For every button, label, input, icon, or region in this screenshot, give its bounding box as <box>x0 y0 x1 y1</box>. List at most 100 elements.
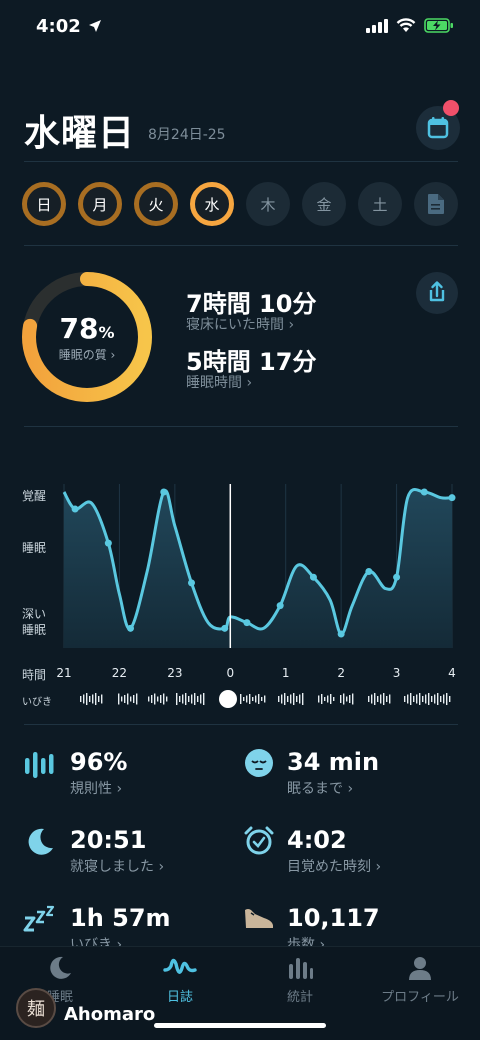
snore-mark <box>261 697 263 701</box>
snore-label: いびき <box>22 697 52 708</box>
snore-mark <box>200 694 202 704</box>
snore-mark <box>290 694 292 704</box>
regularity-label[interactable]: 規則性 › <box>70 778 122 798</box>
report-button[interactable] <box>414 182 458 226</box>
x-tick-label: 4 <box>448 666 456 680</box>
x-tick-label: 1 <box>281 666 290 680</box>
snore-mark <box>136 693 138 705</box>
sleep-point <box>221 624 229 632</box>
fall-asleep-value: 34 min <box>287 748 380 776</box>
divider <box>24 245 458 246</box>
snore-mark <box>166 696 168 702</box>
snore-mark <box>404 696 406 702</box>
day-wed[interactable]: 水 <box>190 182 234 226</box>
wake-time-label[interactable]: 目覚めた時刻 › <box>287 856 381 876</box>
battery-charging-icon <box>424 18 453 33</box>
snore-mark <box>194 693 196 705</box>
snore-mark <box>440 696 442 702</box>
snore-mark <box>349 695 351 703</box>
snore-mark <box>249 694 251 704</box>
snore-mark <box>413 696 415 702</box>
bedtime-label[interactable]: 就寝しました › <box>70 856 164 876</box>
snore-mark <box>101 694 103 704</box>
snore-mark <box>258 694 260 704</box>
bars-icon <box>25 752 54 778</box>
y-label-sleep: 睡眠 <box>22 541 47 555</box>
snore-mark <box>389 694 391 704</box>
snore-mark <box>368 696 370 702</box>
snore-mark <box>89 696 91 702</box>
sleep-point <box>448 494 456 502</box>
sleep-point <box>187 579 195 587</box>
snore-mark <box>151 695 153 703</box>
divider <box>24 426 458 427</box>
tab-diary[interactable]: 日誌 <box>130 954 230 1005</box>
snoring-value: 1h 57m <box>70 904 171 932</box>
snore-mark <box>185 693 187 705</box>
snore-mark <box>449 696 451 702</box>
snore-mark <box>188 696 190 702</box>
snore-mark <box>203 693 205 705</box>
x-tick-label: 3 <box>392 666 401 680</box>
share-button[interactable] <box>416 272 458 314</box>
sleep-point <box>127 624 135 632</box>
snore-mark <box>287 696 289 702</box>
snore-mark <box>299 694 301 704</box>
snore-mark <box>133 695 135 703</box>
snore-mark <box>264 695 266 703</box>
sleep-area <box>64 489 452 648</box>
snore-mark <box>121 696 123 702</box>
snore-mark <box>191 694 193 704</box>
sleepy-face-icon <box>245 749 273 777</box>
time-in-bed-label[interactable]: 寝床にいた時間 › <box>186 314 294 334</box>
snore-mark <box>431 696 433 702</box>
snore-mark <box>246 695 248 703</box>
x-axis-label: 時間 <box>22 668 47 682</box>
snore-mark <box>278 696 280 702</box>
person-icon <box>409 957 431 980</box>
snore-mark <box>330 694 332 704</box>
snore-mark <box>333 697 335 701</box>
snore-mark <box>130 696 132 702</box>
day-fri[interactable]: 金 <box>302 182 346 226</box>
status-icons <box>366 18 454 33</box>
snore-mark <box>296 696 298 702</box>
home-indicator[interactable] <box>154 1023 326 1028</box>
day-sun[interactable]: 日 <box>22 182 66 226</box>
fall-asleep-label[interactable]: 眠るまで › <box>287 778 353 798</box>
snore-mark <box>160 695 162 703</box>
quality-percent: 78% <box>59 312 115 345</box>
snore-mark <box>182 694 184 704</box>
username-label: Ahomaro <box>64 1004 156 1025</box>
moon-icon <box>50 956 71 979</box>
snore-mark <box>374 693 376 705</box>
tab-profile[interactable]: プロフィール <box>370 954 470 1005</box>
x-tick-label: 23 <box>167 666 183 680</box>
snore-mark <box>343 693 345 705</box>
sleep-point <box>243 619 251 627</box>
snore-mark <box>327 695 329 703</box>
snore-track[interactable] <box>72 688 458 710</box>
day-mon[interactable]: 月 <box>78 182 122 226</box>
tab-profile-label: プロフィール <box>381 990 459 1005</box>
day-tue[interactable]: 火 <box>134 182 178 226</box>
snore-mark <box>407 694 409 704</box>
snore-mark <box>324 697 326 701</box>
snore-mark <box>284 693 286 705</box>
day-thu[interactable]: 木 <box>246 182 290 226</box>
snore-mark <box>124 695 126 703</box>
snore-mark <box>80 696 82 702</box>
sleep-time-label[interactable]: 睡眠時間 › <box>186 372 252 392</box>
snore-mark <box>318 695 320 703</box>
snore-mark <box>377 696 379 702</box>
notification-dot <box>443 100 459 116</box>
quality-label[interactable]: 睡眠の質 › <box>20 346 154 363</box>
day-sat[interactable]: 土 <box>358 182 402 226</box>
playback-knob[interactable] <box>219 690 237 708</box>
moon-icon <box>28 828 53 855</box>
sleep-chart <box>62 484 456 648</box>
sleep-point <box>276 602 284 610</box>
wifi-icon <box>396 18 416 32</box>
location-arrow-icon <box>89 20 102 32</box>
tab-stats[interactable]: 統計 <box>250 954 350 1005</box>
